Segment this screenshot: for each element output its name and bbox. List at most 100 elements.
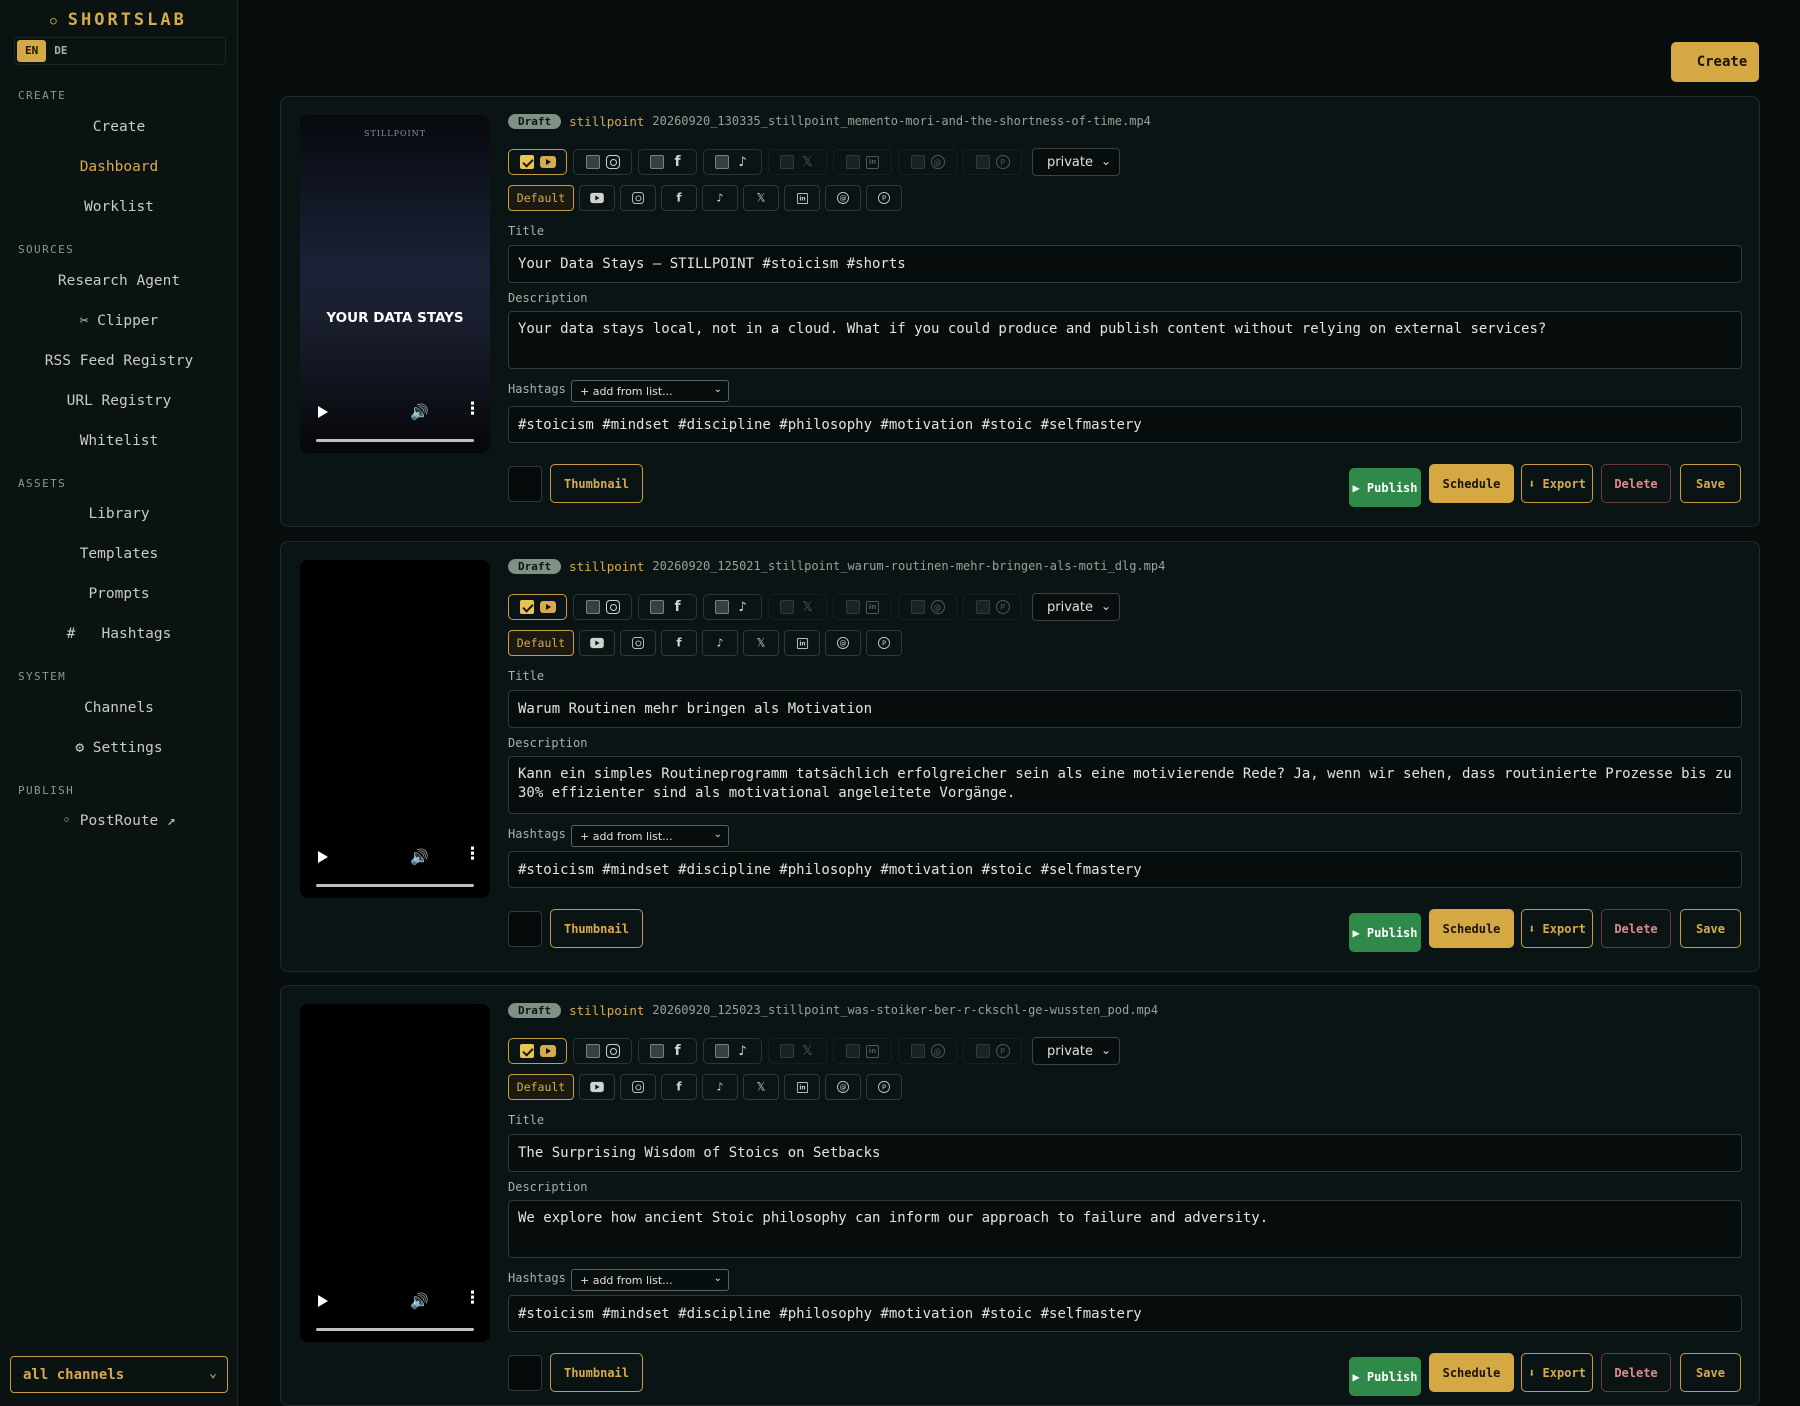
checkbox[interactable] <box>649 600 664 614</box>
platform-toggle-pinterest[interactable]: P <box>963 149 1022 175</box>
thumbnail-button[interactable]: Thumbnail <box>550 464 643 503</box>
checkbox-checked[interactable] <box>519 1044 534 1058</box>
platform-toggle-facebook[interactable]: f <box>638 149 697 175</box>
video-progress-bar[interactable] <box>316 439 474 442</box>
tab-linkedin[interactable]: in <box>784 630 820 656</box>
tab-x[interactable]: 𝕏 <box>743 1074 779 1100</box>
hashtag-list-select[interactable]: + add from list... ⌄ <box>571 380 729 402</box>
description-textarea[interactable]: Kann ein simples Routineprogramm tatsäch… <box>508 756 1742 814</box>
tab-instagram[interactable] <box>620 1074 656 1100</box>
checkbox[interactable] <box>585 155 600 169</box>
tab-x[interactable]: 𝕏 <box>743 630 779 656</box>
save-button[interactable]: Save <box>1680 1353 1741 1392</box>
checkbox[interactable] <box>846 600 860 614</box>
sidebar-item-worklist[interactable]: Worklist <box>0 199 238 215</box>
volume-icon[interactable]: 🔊 <box>410 1292 429 1310</box>
play-icon[interactable] <box>318 851 328 863</box>
sidebar-item-library[interactable]: Library <box>0 506 238 522</box>
thumbnail-preview[interactable] <box>508 466 542 502</box>
video-progress-bar[interactable] <box>316 884 474 887</box>
hashtag-list-select[interactable]: + add from list... ⌄ <box>571 1269 729 1291</box>
visibility-select[interactable]: private ⌄ <box>1032 593 1120 621</box>
tab-linkedin[interactable]: in <box>784 185 820 211</box>
platform-toggle-pinterest[interactable]: P <box>963 594 1022 620</box>
lang-de-button[interactable]: DE <box>46 40 75 62</box>
export-button[interactable]: ⬇ Export <box>1521 464 1593 503</box>
checkbox[interactable] <box>585 1044 600 1058</box>
tab-default[interactable]: Default <box>508 185 574 211</box>
save-button[interactable]: Save <box>1680 909 1741 948</box>
platform-toggle-instagram[interactable] <box>573 594 632 620</box>
checkbox[interactable] <box>975 600 990 614</box>
thumbnail-button[interactable]: Thumbnail <box>550 1353 643 1392</box>
publish-button[interactable]: ▶ Publish <box>1349 913 1421 952</box>
sidebar-item-create[interactable]: Create <box>0 119 238 135</box>
sidebar-item-clipper[interactable]: ✂ Clipper <box>0 313 238 329</box>
hashtags-input[interactable]: #stoicism #mindset #discipline #philosop… <box>508 406 1742 443</box>
sidebar-item-postroute[interactable]: ◦ PostRoute ↗ <box>0 813 238 829</box>
platform-toggle-youtube[interactable] <box>508 149 567 175</box>
checkbox[interactable] <box>649 155 664 169</box>
video-player[interactable]: 🔊 ⋮ <box>300 560 490 898</box>
platform-toggle-threads[interactable]: @ <box>898 1038 957 1064</box>
checkbox[interactable] <box>714 1044 729 1058</box>
publish-button[interactable]: ▶ Publish <box>1349 1357 1421 1396</box>
title-input[interactable]: The Surprising Wisdom of Stoics on Setba… <box>508 1134 1742 1172</box>
checkbox[interactable] <box>910 1044 925 1058</box>
thumbnail-button[interactable]: Thumbnail <box>550 909 643 948</box>
volume-icon[interactable]: 🔊 <box>410 403 429 421</box>
checkbox-checked[interactable] <box>519 600 534 614</box>
tab-default[interactable]: Default <box>508 1074 574 1100</box>
platform-toggle-tiktok[interactable]: ♪ <box>703 149 762 175</box>
platform-toggle-x[interactable]: 𝕏 <box>768 1038 827 1064</box>
sidebar-item-templates[interactable]: Templates <box>0 546 238 562</box>
more-options-icon[interactable]: ⋮ <box>464 1288 481 1308</box>
checkbox[interactable] <box>846 1044 860 1058</box>
sidebar-item-research-agent[interactable]: Research Agent <box>0 273 238 289</box>
sidebar-item-whitelist[interactable]: Whitelist <box>0 433 238 449</box>
platform-toggle-facebook[interactable]: f <box>638 594 697 620</box>
thumbnail-preview[interactable] <box>508 911 542 947</box>
checkbox[interactable] <box>910 600 925 614</box>
tab-instagram[interactable] <box>620 185 656 211</box>
channel-filter-select[interactable]: all channels ⌄ <box>10 1356 228 1393</box>
platform-toggle-x[interactable]: 𝕏 <box>768 149 827 175</box>
platform-toggle-tiktok[interactable]: ♪ <box>703 1038 762 1064</box>
tab-youtube[interactable] <box>579 185 615 211</box>
checkbox[interactable] <box>779 1044 794 1058</box>
platform-toggle-instagram[interactable] <box>573 1038 632 1064</box>
checkbox[interactable] <box>714 155 729 169</box>
checkbox[interactable] <box>714 600 729 614</box>
checkbox[interactable] <box>585 600 600 614</box>
export-button[interactable]: ⬇ Export <box>1521 1353 1593 1392</box>
checkbox[interactable] <box>649 1044 664 1058</box>
create-button[interactable]: Create <box>1671 42 1759 82</box>
platform-toggle-threads[interactable]: @ <box>898 149 957 175</box>
delete-button[interactable]: Delete <box>1601 1353 1671 1392</box>
tab-facebook[interactable]: f <box>661 1074 697 1100</box>
platform-toggle-facebook[interactable]: f <box>638 1038 697 1064</box>
thumbnail-preview[interactable] <box>508 1355 542 1391</box>
tab-threads[interactable]: @ <box>825 630 861 656</box>
lang-en-button[interactable]: EN <box>17 40 47 62</box>
sidebar-item-hashtags[interactable]: # Hashtags <box>0 626 238 642</box>
tab-youtube[interactable] <box>579 630 615 656</box>
tab-default[interactable]: Default <box>508 630 574 656</box>
tab-tiktok[interactable]: ♪ <box>702 1074 738 1100</box>
sidebar-item-channels[interactable]: Channels <box>0 700 238 716</box>
schedule-button[interactable]: Schedule <box>1429 909 1514 948</box>
hashtags-input[interactable]: #stoicism #mindset #discipline #philosop… <box>508 851 1742 888</box>
platform-toggle-x[interactable]: 𝕏 <box>768 594 827 620</box>
checkbox[interactable] <box>910 155 925 169</box>
tab-pinterest[interactable]: P <box>866 185 902 211</box>
platform-toggle-linkedin[interactable]: in <box>833 149 892 175</box>
schedule-button[interactable]: Schedule <box>1429 464 1514 503</box>
tab-tiktok[interactable]: ♪ <box>702 185 738 211</box>
checkbox-checked[interactable] <box>519 155 534 169</box>
platform-toggle-instagram[interactable] <box>573 149 632 175</box>
checkbox[interactable] <box>975 155 990 169</box>
publish-button[interactable]: ▶ Publish <box>1349 468 1421 507</box>
tab-pinterest[interactable]: P <box>866 630 902 656</box>
title-input[interactable]: Your Data Stays — STILLPOINT #stoicism #… <box>508 245 1742 283</box>
platform-toggle-pinterest[interactable]: P <box>963 1038 1022 1064</box>
